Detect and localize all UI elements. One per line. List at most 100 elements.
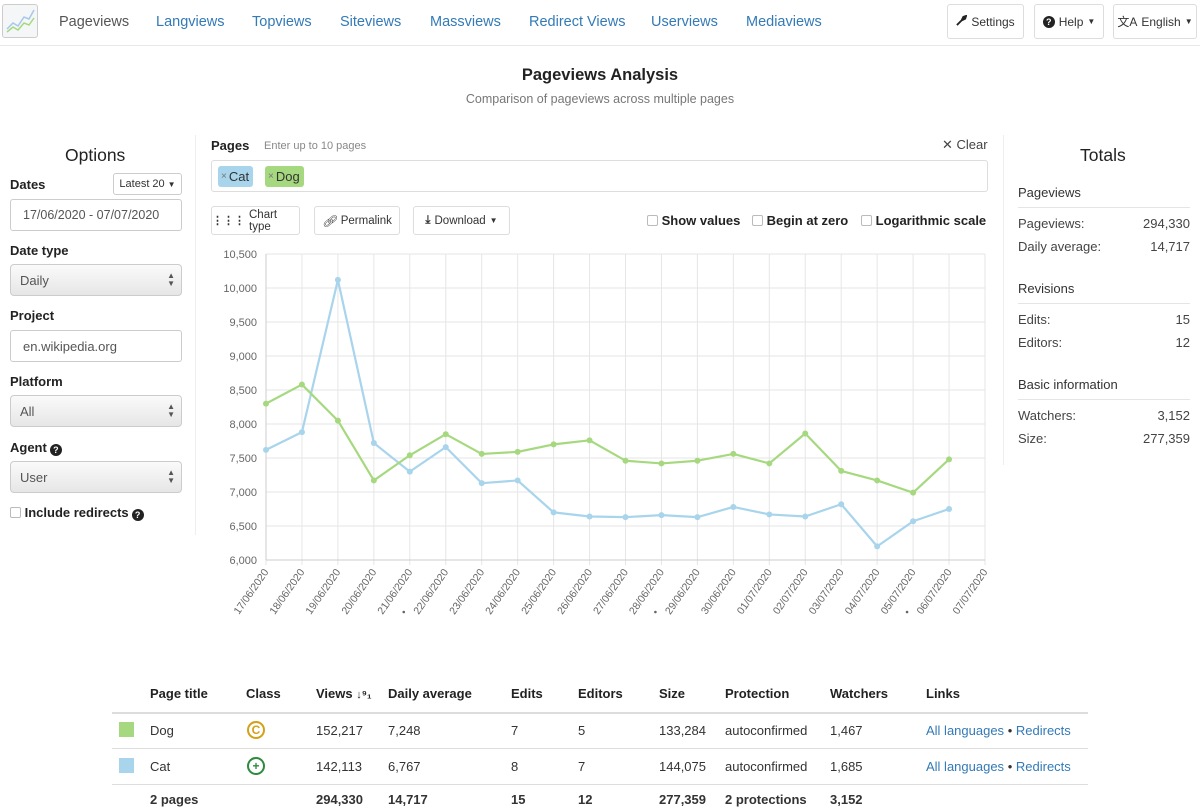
data-point-dog xyxy=(730,450,737,457)
data-point-cat xyxy=(478,480,485,487)
top-navbar: Pageviews Langviews Topviews Siteviews M… xyxy=(0,0,1200,46)
nav-massviews[interactable]: Massviews xyxy=(430,14,501,30)
all-languages-link[interactable]: All languages xyxy=(926,759,1004,774)
col-protection[interactable]: Protection xyxy=(725,686,789,701)
show-values-checkbox[interactable] xyxy=(647,215,658,226)
y-tick-label: 9,000 xyxy=(229,351,257,363)
nav-redirect-views[interactable]: Redirect Views xyxy=(529,14,625,30)
x-tick-label: 04/07/2020 xyxy=(843,567,883,617)
question-circle-icon[interactable]: ? xyxy=(131,509,144,521)
x-tick-label: 07/07/2020 xyxy=(950,567,990,617)
data-point-dog xyxy=(946,456,953,463)
translate-icon: 文A xyxy=(1117,15,1138,29)
x-tick-label: 17/06/2020 xyxy=(231,567,271,617)
cell-edits-link[interactable]: 7 xyxy=(511,723,518,738)
data-point-dog xyxy=(874,477,881,484)
data-point-cat xyxy=(263,446,269,453)
summary-title: 2 pages xyxy=(150,792,199,807)
language-dropdown[interactable]: 文A English ▼ xyxy=(1113,4,1197,39)
pages-input[interactable]: × Cat × Dog xyxy=(211,160,988,192)
totals-row-value: 15 xyxy=(1175,312,1190,327)
x-tick-label: 26/06/2020 xyxy=(555,567,595,617)
totals-row-value: 277,359 xyxy=(1143,431,1190,446)
col-views[interactable]: Views ↓⁹₁ xyxy=(316,686,372,701)
col-edits[interactable]: Edits xyxy=(511,686,543,701)
summary-protection: 2 protections xyxy=(725,792,807,807)
dates-preset-label: Latest 20 xyxy=(119,178,165,190)
agent-select[interactable]: User ▲ ▼ xyxy=(10,461,182,493)
platform-select[interactable]: All ▲ ▼ xyxy=(10,395,182,427)
all-languages-link[interactable]: All languages xyxy=(926,723,1004,738)
clear-button[interactable]: ✕ Clear xyxy=(942,137,988,153)
row-divider xyxy=(112,784,1088,785)
remove-tag-icon[interactable]: × xyxy=(221,171,227,182)
nav-topviews[interactable]: Topviews xyxy=(252,14,312,30)
redirects-link[interactable]: Redirects xyxy=(1016,723,1071,738)
x-tick-marker xyxy=(654,610,657,614)
data-point-cat xyxy=(550,509,557,516)
data-point-cat xyxy=(334,276,341,283)
help-dropdown[interactable]: ? Help ▼ xyxy=(1034,4,1104,39)
col-size[interactable]: Size xyxy=(659,686,685,701)
date-range-input[interactable]: 17/06/2020 - 07/07/2020 xyxy=(10,199,182,231)
nav-langviews[interactable]: Langviews xyxy=(156,14,225,30)
project-input[interactable]: en.wikipedia.org xyxy=(10,330,182,362)
data-point-cat xyxy=(802,513,809,520)
question-circle-icon[interactable]: ? xyxy=(49,444,62,456)
remove-tag-icon[interactable]: × xyxy=(268,171,274,182)
data-point-dog xyxy=(838,467,845,474)
x-tick-label: 22/06/2020 xyxy=(411,567,451,617)
cell-protection: autoconfirmed xyxy=(725,759,808,774)
settings-label: Settings xyxy=(971,14,1015,29)
download-dropdown[interactable]: ⤓ Download ▼ xyxy=(413,206,510,235)
include-redirects-checkbox[interactable] xyxy=(10,507,21,518)
nav-userviews[interactable]: Userviews xyxy=(651,14,718,30)
data-point-dog xyxy=(263,400,269,407)
article-class-good-icon: + xyxy=(247,757,265,775)
cell-edits-link[interactable]: 8 xyxy=(511,759,518,774)
page-title-link[interactable]: Dog xyxy=(150,723,174,738)
totals-row-label: Edits: xyxy=(1018,312,1051,327)
col-class[interactable]: Class xyxy=(246,686,281,701)
cell-views: 142,113 xyxy=(316,759,363,774)
data-point-dog xyxy=(478,450,485,457)
sort-numeric-desc-icon: ↓⁹₁ xyxy=(356,689,372,701)
log-scale-checkbox[interactable] xyxy=(861,215,872,226)
app-logo[interactable] xyxy=(2,4,38,38)
pageviews-line-chart[interactable]: 6,000 6,500 7,000 7,500 8,000 8,500 9,000 9,500… xyxy=(200,240,1000,640)
page-tag-label: Dog xyxy=(275,169,300,184)
nav-mediaviews[interactable]: Mediaviews xyxy=(746,14,822,30)
col-watchers[interactable]: Watchers xyxy=(830,686,888,701)
data-point-dog xyxy=(550,441,557,448)
grid-icon: ⋮⋮⋮ xyxy=(212,215,245,227)
y-tick-label: 8,500 xyxy=(229,385,257,397)
y-tick-label: 7,500 xyxy=(229,453,257,465)
totals-row-value: 14,717 xyxy=(1150,239,1190,254)
select-arrows-icon: ▲ ▼ xyxy=(167,468,175,485)
col-page-title[interactable]: Page title xyxy=(150,686,208,701)
redirects-link[interactable]: Redirects xyxy=(1016,759,1071,774)
totals-section-heading: Basic information xyxy=(1018,377,1118,392)
series-line-dog xyxy=(265,383,950,494)
select-arrows-icon: ▲ ▼ xyxy=(167,271,175,288)
page-title-link[interactable]: Cat xyxy=(150,759,170,774)
col-editors[interactable]: Editors xyxy=(578,686,623,701)
totals-row-value: 12 xyxy=(1175,335,1190,350)
nav-siteviews[interactable]: Siteviews xyxy=(340,14,401,30)
agent-label: Agent xyxy=(10,440,47,455)
select-arrows-icon: ▲ ▼ xyxy=(167,402,175,419)
data-point-cat xyxy=(298,429,305,436)
line-chart-icon xyxy=(6,9,35,33)
col-daily-average[interactable]: Daily average xyxy=(388,686,472,701)
dates-preset-dropdown[interactable]: Latest 20 ▼ xyxy=(113,173,182,195)
begin-at-zero-checkbox[interactable] xyxy=(752,215,763,226)
begin-at-zero-group: Begin at zero xyxy=(752,213,848,228)
totals-row: Size: 277,359 xyxy=(1018,431,1190,446)
chart-type-button[interactable]: ⋮⋮⋮ Chart type xyxy=(211,206,300,235)
cell-editors: 5 xyxy=(578,723,586,738)
row-divider xyxy=(112,748,1088,749)
permalink-button[interactable]: 🔗︎ Permalink xyxy=(314,206,400,235)
nav-pageviews[interactable]: Pageviews xyxy=(59,14,129,30)
date-type-select[interactable]: Daily ▲ ▼ xyxy=(10,264,182,296)
settings-button[interactable]: Settings xyxy=(947,4,1024,39)
